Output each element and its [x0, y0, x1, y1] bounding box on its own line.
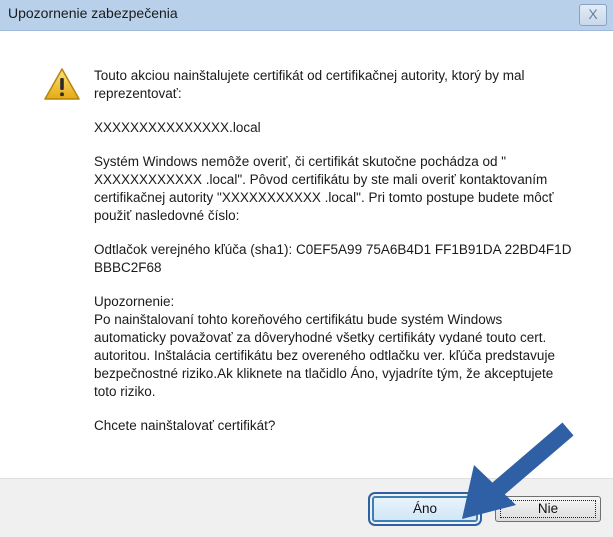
- warning-text: Po nainštalovaní tohto koreňového certif…: [94, 312, 555, 399]
- warning-triangle-icon: [44, 68, 80, 100]
- yes-button[interactable]: Áno: [368, 492, 482, 526]
- dialog-body: Touto akciou nainštalujete certifikát od…: [0, 31, 613, 478]
- host-name: XXXXXXXXXXXXXXX.local: [94, 120, 261, 135]
- intro-text: Touto akciou nainštalujete certifikát od…: [94, 68, 525, 101]
- no-button[interactable]: Nie: [495, 496, 601, 522]
- question-text: Chcete nainštalovať certifikát?: [94, 418, 276, 433]
- message-text: Touto akciou nainštalujete certifikát od…: [94, 67, 574, 435]
- button-bar: Áno Nie: [0, 478, 613, 537]
- thumbprint-text: Odtlačok verejného kľúča (sha1): C0EF5A9…: [94, 242, 572, 275]
- title-bar: Upozornenie zabezpečenia X: [0, 0, 613, 31]
- no-button-label: Nie: [537, 501, 559, 516]
- warning-heading: Upozornenie:: [94, 294, 175, 309]
- yes-button-label: Áno: [412, 501, 438, 516]
- verify-text: Systém Windows nemôže overiť, či certifi…: [94, 154, 554, 223]
- close-button[interactable]: X: [579, 4, 607, 26]
- window-title: Upozornenie zabezpečenia: [8, 5, 178, 21]
- close-icon: X: [588, 6, 598, 22]
